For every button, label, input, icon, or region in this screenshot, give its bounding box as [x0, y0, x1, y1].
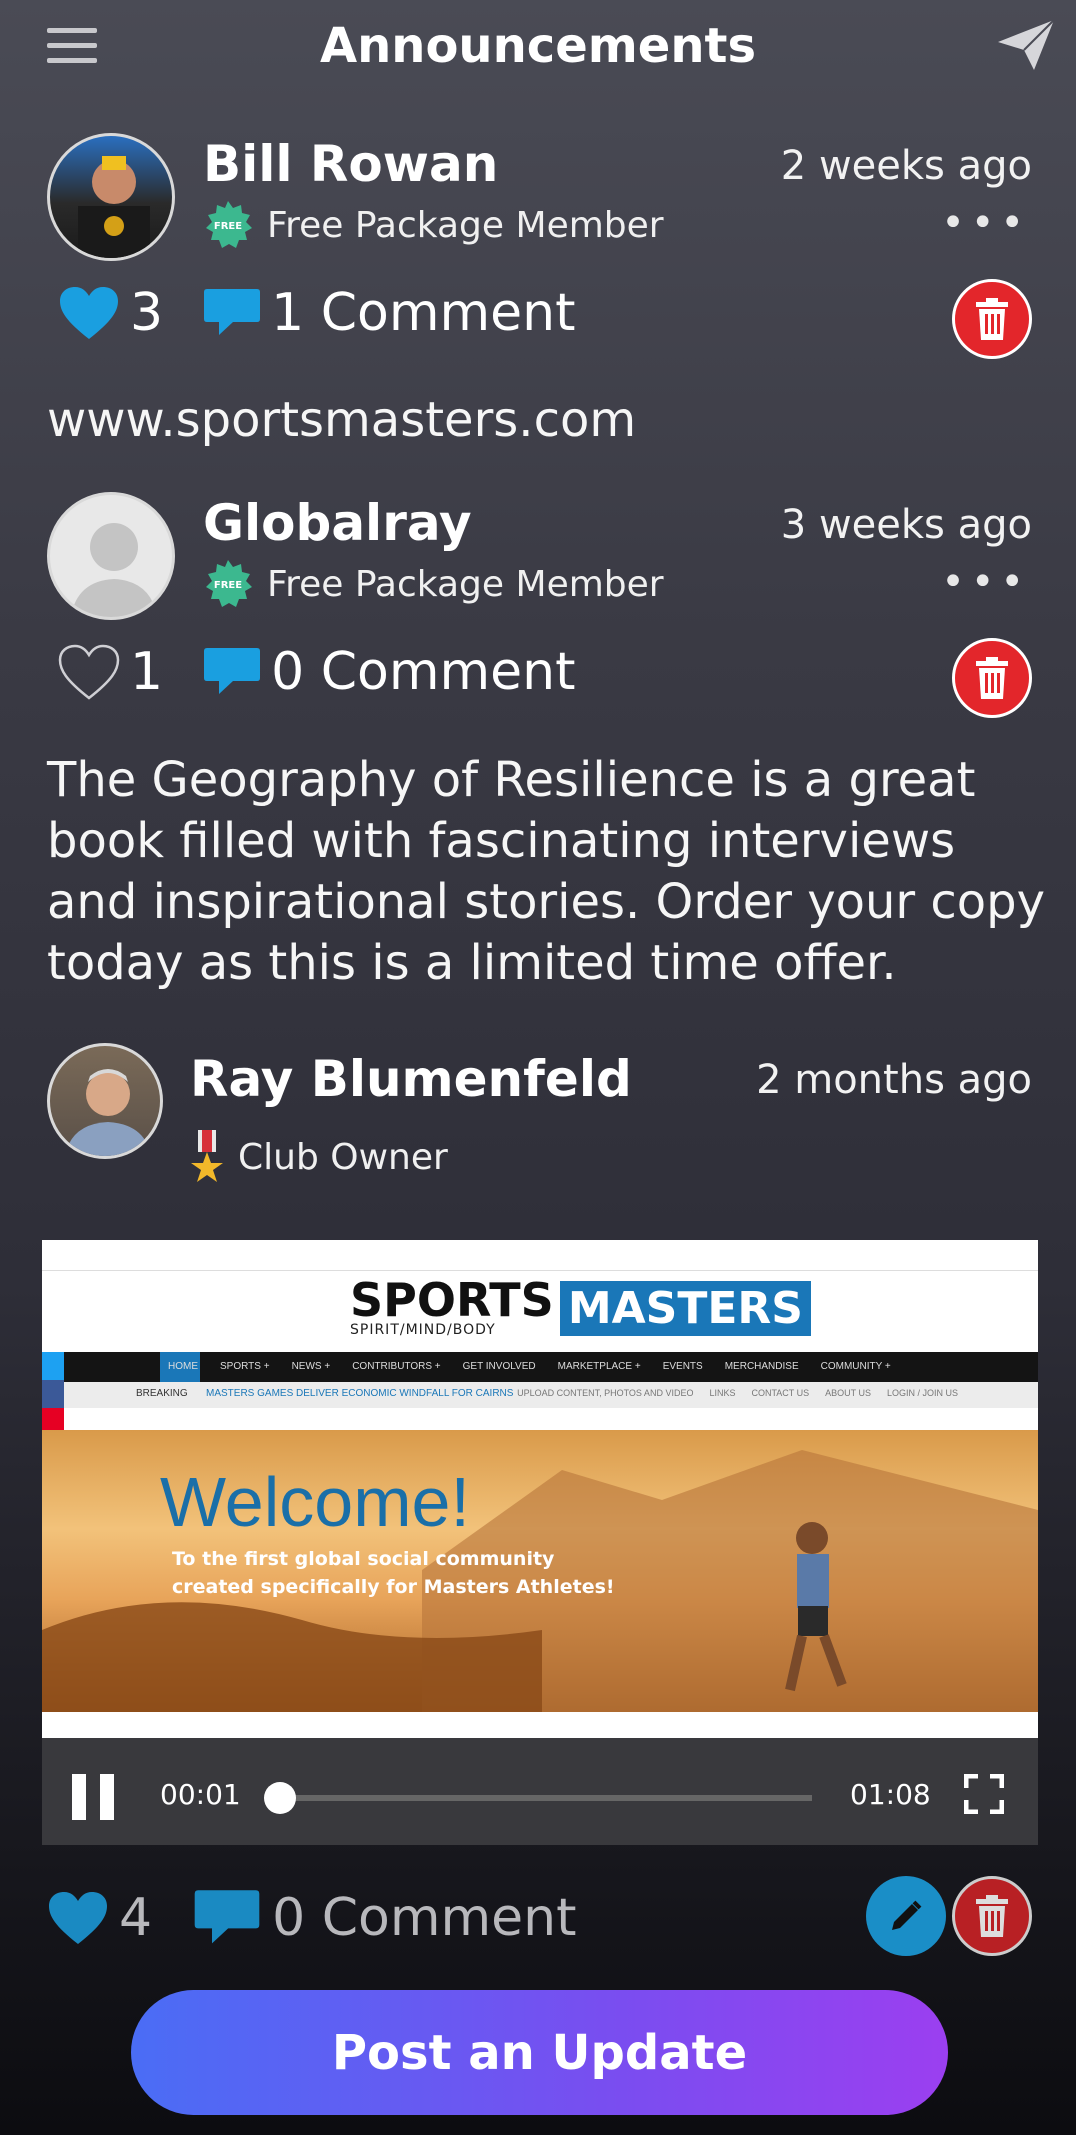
edit-button[interactable] [866, 1876, 946, 1956]
avatar[interactable] [47, 133, 175, 261]
post-stats: 3 1 Comment [58, 283, 615, 343]
like-button[interactable]: 3 [58, 283, 163, 343]
author-name[interactable]: Globalray [203, 494, 472, 552]
membership-label: Club Owner [238, 1136, 448, 1178]
trash-icon [976, 657, 1008, 699]
pause-icon[interactable] [72, 1774, 116, 1820]
app-header: Announcements [0, 0, 1076, 95]
comment-icon [204, 289, 261, 335]
like-count: 4 [119, 1888, 153, 1948]
like-count: 1 [130, 642, 164, 702]
like-count: 3 [130, 283, 164, 343]
free-badge-icon: FREE [206, 560, 252, 607]
site-nav-item: GET INVOLVED [462, 1361, 536, 1372]
author-name[interactable]: Ray Blumenfeld [190, 1050, 632, 1108]
site-nav-item: COMMUNITY + [820, 1361, 891, 1372]
seek-thumb[interactable] [264, 1782, 297, 1814]
heart-icon [60, 287, 118, 339]
fullscreen-icon[interactable] [964, 1774, 1004, 1814]
more-options-icon[interactable]: ••• [941, 200, 1030, 246]
like-button[interactable]: 4 [47, 1888, 152, 1948]
trash-icon [976, 1895, 1008, 1937]
comment-icon [204, 648, 261, 694]
free-badge-icon: FREE [206, 201, 252, 248]
site-nav-item: CONTRIBUTORS + [352, 1361, 441, 1372]
site-nav-item: SPORTS + [220, 1361, 270, 1372]
site-nav-item: HOME [168, 1361, 198, 1372]
post-time: 3 weeks ago [780, 502, 1032, 548]
site-sub-link: LINKS [709, 1388, 736, 1398]
membership-row: Club Owner [190, 1130, 448, 1184]
site-nav: HOME SPORTS + NEWS + CONTRIBUTORS + GET INVO… [42, 1352, 1038, 1382]
post-body: The Geography of Resilience is a great b… [47, 752, 1046, 991]
site-sub-link: CONTACT US [751, 1388, 810, 1398]
trash-icon [976, 298, 1008, 340]
heart-outline-icon [58, 644, 120, 700]
comment-count: 1 Comment [271, 283, 576, 343]
membership-row: FREE Free Package Member [203, 559, 664, 609]
current-time: 00:01 [160, 1778, 241, 1811]
membership-label: Free Package Member [267, 204, 664, 246]
site-sub-link: UPLOAD CONTENT, PHOTOS AND VIDEO [517, 1388, 694, 1398]
post-time: 2 months ago [756, 1057, 1032, 1103]
post-time: 2 weeks ago [780, 143, 1032, 189]
site-nav-item: NEWS + [291, 1361, 331, 1372]
site-nav-item: EVENTS [662, 1361, 703, 1372]
site-sub-link: LOGIN / JOIN US [886, 1388, 958, 1398]
site-nav-item: MARKETPLACE + [557, 1361, 641, 1372]
post-stats: 1 0 Comment [58, 642, 615, 702]
site-nav-item: MERCHANDISE [724, 1361, 799, 1372]
comment-button[interactable]: 1 Comment [203, 283, 575, 343]
welcome-heading: Welcome! [160, 1463, 470, 1541]
membership-row: FREE Free Package Member [203, 200, 664, 250]
comment-count: 0 Comment [272, 1888, 577, 1948]
video-player[interactable]: SPORTS SPIRIT/MIND/BODY MASTERS HOME SPOR… [42, 1240, 1038, 1845]
comment-icon [194, 1890, 260, 1944]
comment-button[interactable]: 0 Comment [203, 642, 575, 702]
sportsmasters-logo: SPORTS SPIRIT/MIND/BODY MASTERS [350, 1277, 811, 1338]
svg-text:FREE: FREE [214, 221, 242, 232]
seek-bar[interactable] [272, 1795, 812, 1801]
page-title: Announcements [319, 18, 757, 74]
welcome-subtitle: To the first global social community cre… [172, 1548, 615, 1598]
post-body: www.sportsmasters.com [47, 392, 637, 448]
send-icon[interactable] [996, 18, 1056, 73]
breaking-bar: BREAKING MASTERS GAMES DELIVER ECONOMIC … [42, 1382, 1038, 1408]
svg-text:FREE: FREE [214, 580, 242, 591]
membership-label: Free Package Member [267, 563, 664, 605]
duration: 01:08 [850, 1778, 931, 1811]
heart-icon [49, 1892, 107, 1944]
avatar[interactable] [47, 492, 175, 620]
medal-icon [191, 1130, 223, 1182]
comment-count: 0 Comment [271, 642, 576, 702]
delete-button[interactable] [952, 1876, 1032, 1956]
avatar[interactable] [47, 1043, 163, 1159]
delete-button[interactable] [952, 638, 1032, 718]
video-controls: 00:01 01:08 [42, 1738, 1038, 1845]
site-sub-link: ABOUT US [825, 1388, 871, 1398]
pencil-icon [892, 1900, 922, 1930]
like-button[interactable]: 1 [58, 642, 163, 702]
post-update-button[interactable]: Post an Update [131, 1990, 948, 2115]
comment-button[interactable]: 0 Comment [192, 1888, 576, 1948]
delete-button[interactable] [952, 279, 1032, 359]
post-stats: 4 0 Comment [47, 1888, 616, 1948]
more-options-icon[interactable]: ••• [941, 559, 1030, 605]
author-name[interactable]: Bill Rowan [203, 135, 498, 193]
